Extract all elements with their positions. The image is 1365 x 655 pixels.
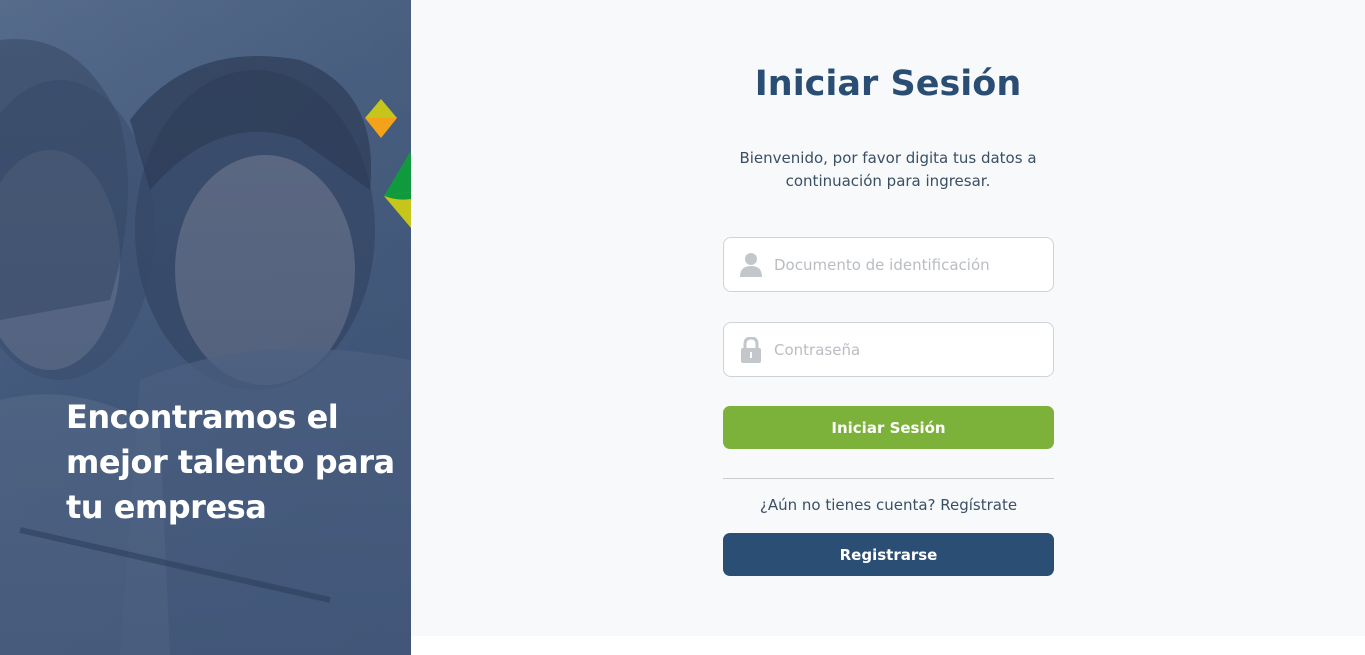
hero-headline: Encontramos el mejor talento para tu emp…: [66, 395, 396, 530]
footer-strip: [411, 636, 1365, 655]
welcome-line: Bienvenido, por favor digita tus datos a: [739, 149, 1037, 167]
user-icon: [724, 238, 774, 291]
lock-icon: [724, 323, 774, 376]
welcome-text: Bienvenido, por favor digita tus datos a…: [723, 147, 1053, 193]
login-button[interactable]: Iniciar Sesión: [723, 406, 1054, 449]
password-input[interactable]: [774, 323, 1053, 376]
divider: [723, 478, 1054, 479]
welcome-line: continuación para ingresar.: [785, 172, 991, 190]
hero-panel: Encontramos el mejor talento para tu emp…: [0, 0, 411, 655]
password-field[interactable]: [723, 322, 1054, 377]
login-panel: Iniciar Sesión Bienvenido, por favor dig…: [411, 0, 1365, 636]
register-button[interactable]: Registrarse: [723, 533, 1054, 576]
document-field[interactable]: [723, 237, 1054, 292]
page-title: Iniciar Sesión: [754, 64, 1022, 104]
hero-headline-line: Encontramos el: [66, 398, 339, 436]
hero-headline-line: tu empresa: [66, 488, 267, 526]
document-input[interactable]: [774, 238, 1053, 291]
hero-headline-line: mejor talento para: [66, 443, 395, 481]
small-diamond-icon: [365, 99, 397, 138]
hero-overlay: [0, 0, 411, 655]
register-link[interactable]: ¿Aún no tienes cuenta? Regístrate: [723, 494, 1054, 517]
